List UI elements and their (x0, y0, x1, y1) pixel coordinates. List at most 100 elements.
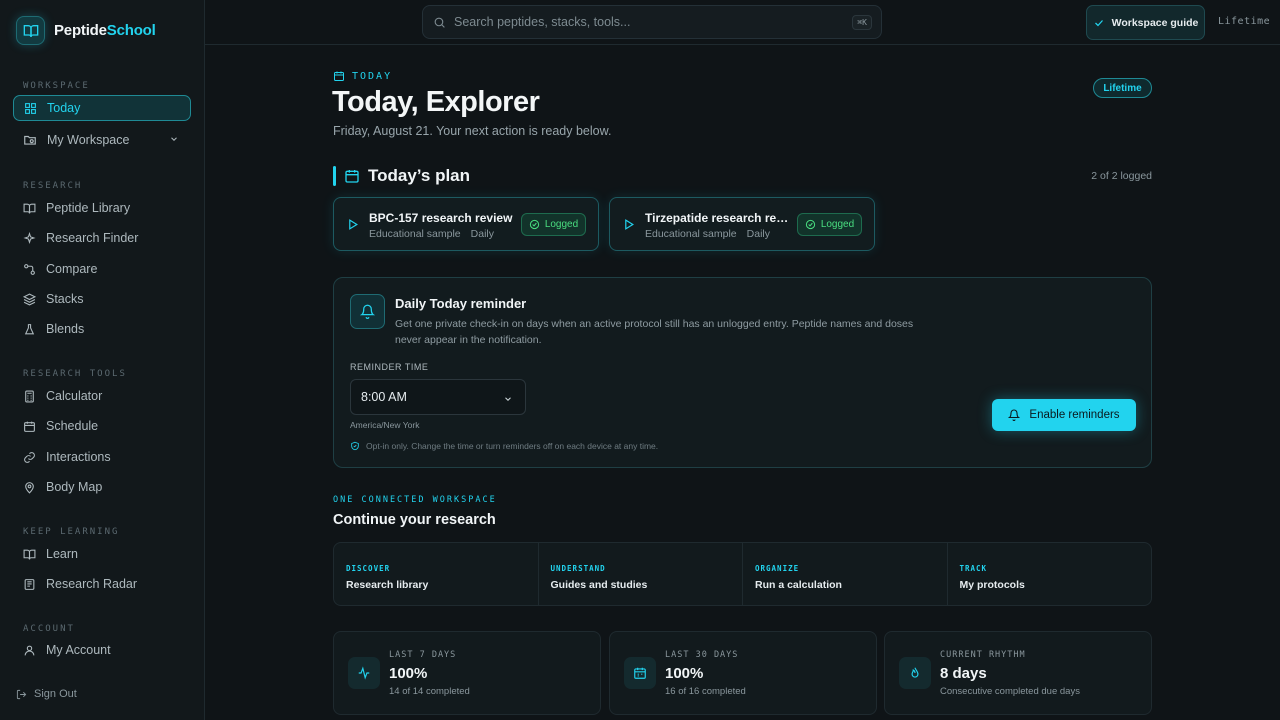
link-icon (24, 451, 35, 463)
sidebar-item-interactions[interactable]: Interactions (13, 444, 191, 470)
logged-badge: Logged (521, 213, 586, 236)
sidebar-item-my-account[interactable]: My Account (13, 637, 191, 663)
log-out-icon (16, 689, 27, 699)
plan-title: Today’s plan (368, 166, 471, 185)
brand[interactable]: PeptideSchool (16, 16, 156, 45)
book-open-icon (23, 203, 36, 213)
logged-label: Logged (820, 219, 855, 230)
sidebar-item-label: Compare (46, 262, 98, 276)
sidebar-item-research-finder[interactable]: Research Finder (13, 225, 191, 251)
enable-reminders-button[interactable]: Enable reminders (992, 399, 1136, 431)
continue-cell-value: My protocols (959, 579, 1025, 591)
sidebar-item-label: Blends (46, 322, 85, 336)
sidebar-item-label: Stacks (46, 292, 84, 306)
workspace-guide-label: Workspace guide (1111, 16, 1199, 29)
shield-check-icon (351, 441, 359, 451)
sidebar-item-label: Body Map (46, 480, 103, 494)
plan-card[interactable]: Tirzepatide research review Educational … (609, 197, 875, 251)
sidebar-item-stacks[interactable]: Stacks (13, 286, 191, 312)
dashboard-icon (25, 102, 36, 114)
workspace-guide-button[interactable]: Workspace guide (1086, 5, 1205, 40)
enable-reminders-label: Enable reminders (1029, 409, 1120, 421)
section-workspace: WORKSPACE (23, 81, 90, 91)
reminder-time-value: 8:00 AM (361, 390, 407, 404)
brand-logo-icon (16, 16, 45, 45)
brand-name: PeptideSchool (54, 22, 156, 39)
search-bar[interactable]: ⌘K (422, 5, 882, 39)
sidebar-item-my-workspace[interactable]: My Workspace (13, 127, 191, 153)
continue-cell-key: DISCOVER (346, 564, 391, 573)
chevron-down-icon (505, 397, 511, 401)
plan-label: Lifetime (1218, 16, 1271, 27)
logged-label: Logged (544, 219, 579, 230)
reminder-card: Daily Today reminder Get one private che… (333, 277, 1152, 468)
plan-badge: Lifetime (1093, 78, 1152, 98)
page-eyebrow: TODAY (333, 70, 392, 82)
stat-value: 100% (389, 665, 428, 682)
sidebar-item-compare[interactable]: Compare (13, 256, 191, 282)
section-account: ACCOUNT (23, 624, 75, 634)
sidebar-item-today[interactable]: Today (13, 95, 191, 121)
check-icon (1094, 19, 1103, 26)
sidebar-item-learn[interactable]: Learn (13, 541, 191, 567)
continue-discover[interactable]: DISCOVER Research library (334, 543, 539, 605)
continue-eyebrow: ONE CONNECTED WORKSPACE (333, 495, 497, 505)
map-pin-icon (25, 481, 34, 494)
section-research-tools: RESEARCH TOOLS (23, 369, 127, 379)
sparkles-icon (23, 231, 36, 244)
sign-out-label: Sign Out (34, 688, 77, 700)
reminder-time-select[interactable]: 8:00 AM (350, 379, 526, 415)
stat-label: CURRENT RHYTHM (940, 650, 1026, 660)
continue-grid: DISCOVER Research library UNDERSTAND Gui… (333, 542, 1152, 606)
sidebar-item-body-map[interactable]: Body Map (13, 474, 191, 500)
reminder-description: Get one private check-in on days when an… (395, 318, 914, 346)
sidebar-item-label: Research Finder (46, 231, 139, 245)
newspaper-icon (24, 578, 35, 590)
eyebrow-label: TODAY (352, 70, 393, 82)
sidebar-item-label: Interactions (46, 450, 111, 464)
calendar-icon (345, 170, 359, 183)
reminder-timezone: America/New York (350, 420, 420, 430)
search-input[interactable] (454, 15, 845, 29)
sign-out-button[interactable]: Sign Out (16, 688, 77, 700)
plan-card-meta: Educational sample Daily (369, 228, 494, 240)
logged-badge: Logged (797, 213, 862, 236)
sidebar-item-peptide-library[interactable]: Peptide Library (13, 195, 191, 221)
check-circle-icon (805, 219, 815, 230)
plan-card-frequency: Daily (746, 228, 770, 240)
sidebar-item-blends[interactable]: Blends (13, 316, 191, 342)
activity-icon (348, 657, 380, 689)
chevron-down-icon[interactable] (169, 134, 179, 144)
sidebar: PeptideSchool WORKSPACE Today My Workspa… (0, 0, 205, 720)
stat-label: LAST 7 DAYS (389, 650, 457, 660)
calculator-icon (25, 390, 34, 402)
compare-icon (24, 263, 35, 275)
sidebar-item-calculator[interactable]: Calculator (13, 383, 191, 409)
continue-track[interactable]: TRACK My protocols (948, 543, 1152, 605)
play-icon (625, 219, 634, 230)
plan-card-meta: Educational sample Daily (645, 228, 770, 240)
sidebar-item-research-radar[interactable]: Research Radar (13, 571, 191, 597)
flask-icon (24, 323, 35, 334)
continue-cell-value: Research library (346, 579, 429, 591)
continue-cell-key: ORGANIZE (755, 564, 800, 573)
reminder-time-label: REMINDER TIME (350, 362, 429, 372)
calendar-icon (334, 71, 344, 81)
plan-card-tag: Educational sample (369, 228, 461, 240)
play-icon (349, 219, 358, 230)
calendar-icon (24, 421, 35, 432)
page-subtitle: Friday, August 21. Your next action is r… (333, 124, 612, 138)
sidebar-item-label: Calculator (46, 389, 103, 403)
sidebar-item-label: Learn (46, 547, 78, 561)
stat-sub: 16 of 16 completed (665, 686, 746, 697)
sidebar-item-schedule[interactable]: Schedule (13, 413, 191, 439)
plan-card[interactable]: BPC-157 research review Educational samp… (333, 197, 599, 251)
reminder-note-text: Opt-in only. Change the time or turn rem… (366, 441, 659, 451)
calendar-icon (624, 657, 656, 689)
continue-understand[interactable]: UNDERSTAND Guides and studies (539, 543, 743, 605)
continue-organize[interactable]: ORGANIZE Run a calculation (743, 543, 948, 605)
plan-count: 2 of 2 logged (1091, 170, 1152, 182)
folder-icon (24, 135, 36, 145)
book-icon (23, 549, 36, 559)
plan-card-title: Tirzepatide research review (645, 211, 790, 225)
